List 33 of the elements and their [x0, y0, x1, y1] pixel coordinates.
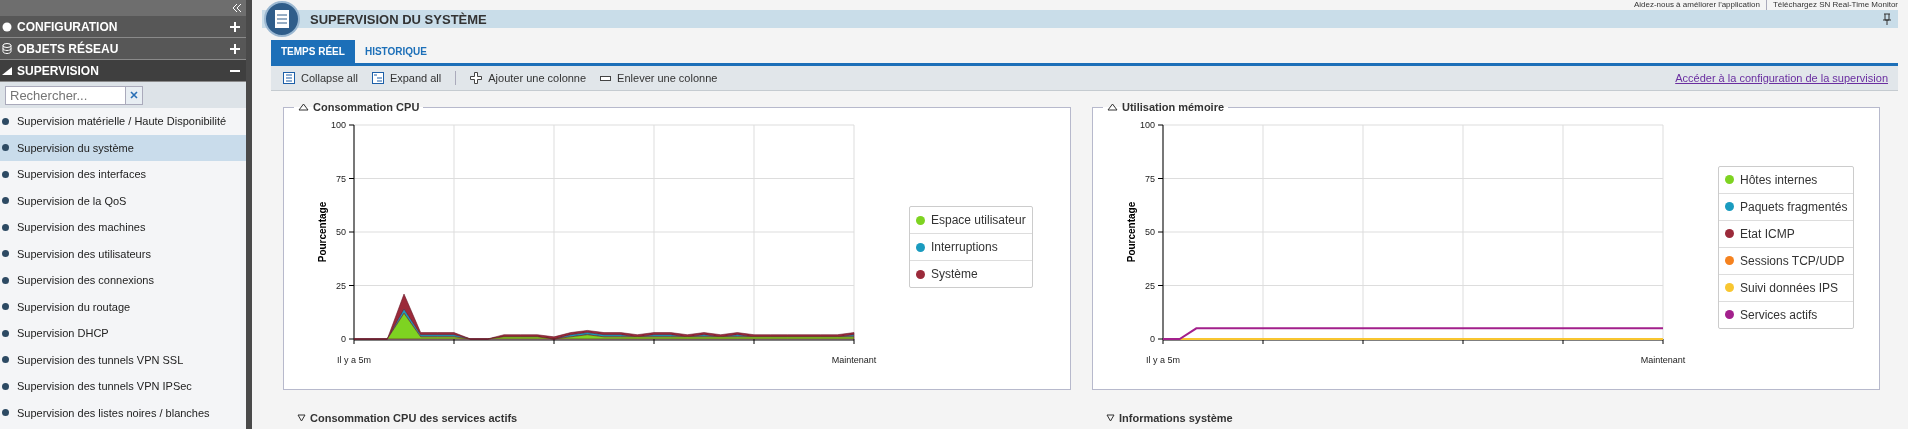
legend-label: Suivi données IPS: [1740, 280, 1839, 295]
axis-tick-label: 50: [1145, 227, 1155, 237]
axis-tick-label: 0: [1150, 334, 1155, 344]
panel-title: Utilisation mémoire: [1122, 101, 1225, 113]
section-title: CONFIGURATION: [17, 19, 119, 34]
panel-title: Consommation CPU: [313, 101, 420, 113]
legend-label: Système: [931, 267, 978, 281]
axis-tick-label: 0: [341, 334, 346, 344]
legend-label: Espace utilisateur: [931, 213, 1026, 227]
axis-tick-label: Maintenant: [831, 355, 877, 365]
section-title: SUPERVISION: [17, 63, 100, 78]
axis-tick-label: Il y a 5m: [1146, 355, 1180, 365]
legend-label: Sessions TCP/UDP: [1740, 253, 1845, 268]
legend-label: Interruptions: [931, 240, 998, 254]
legend-label: Hôtes internes: [1740, 172, 1818, 187]
axis-tick-label: 75: [1145, 173, 1155, 184]
panel-title: Informations système: [1119, 412, 1233, 424]
legend-label: Services actifs: [1740, 307, 1818, 322]
section-title: OBJETS RÉSEAU: [17, 41, 120, 56]
axis-tick-label: 100: [1139, 120, 1155, 130]
axis-title: Pourcentage: [1126, 201, 1137, 263]
axis-tick-label: 50: [336, 227, 346, 237]
axis-tick-label: 25: [1145, 280, 1155, 291]
axis-tick-label: 25: [336, 280, 346, 291]
axis-tick-label: 75: [336, 173, 346, 184]
axis-tick-label: 100: [330, 120, 346, 130]
panel-title: Consommation CPU des services actifs: [310, 412, 518, 424]
axis-tick-label: Maintenant: [1640, 355, 1686, 365]
axis-title: Pourcentage: [317, 201, 328, 263]
page-title: SUPERVISION DU SYSTÈME: [310, 11, 488, 27]
legend-label: Paquets fragmentés: [1740, 199, 1848, 214]
legend-label: Etat ICMP: [1740, 226, 1795, 241]
axis-tick-label: Il y a 5m: [337, 355, 371, 365]
